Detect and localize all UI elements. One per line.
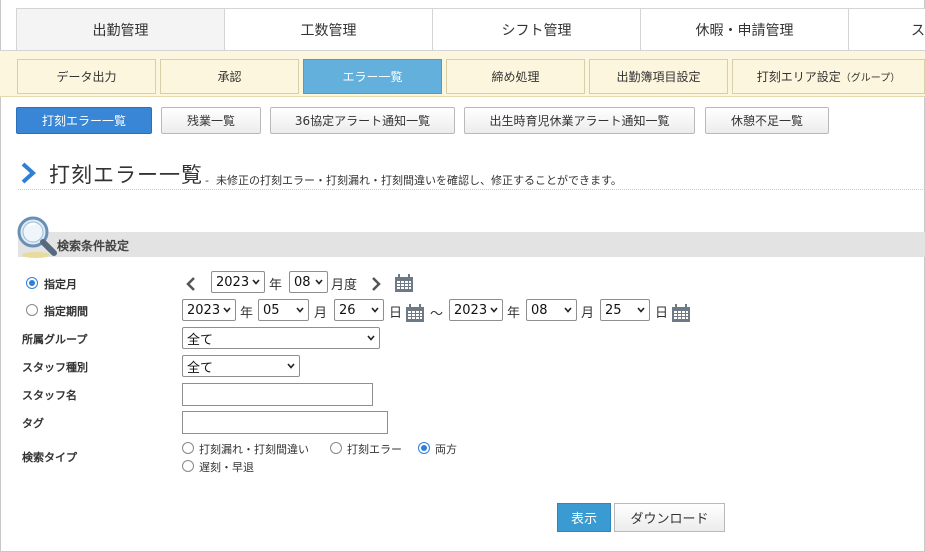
from-month-value: 05 — [263, 302, 280, 318]
from-month-unit: 月 — [314, 306, 328, 321]
calendar-icon[interactable] — [394, 274, 414, 293]
to-month-select[interactable]: 08 — [526, 299, 577, 321]
search-type-late-radio[interactable] — [182, 460, 194, 472]
subtab-approval[interactable]: 承認 — [160, 59, 299, 94]
show-button[interactable]: 表示 — [557, 503, 611, 532]
to-month-value: 08 — [531, 302, 548, 318]
month-label: 指定月 — [44, 278, 77, 291]
staff-type-label: スタッフ種別 — [22, 361, 88, 374]
heading-divider — [18, 189, 925, 190]
subtab-data-export[interactable]: データ出力 — [17, 59, 156, 94]
to-year-unit: 年 — [507, 306, 521, 321]
month-radio[interactable] — [26, 277, 38, 289]
break-shortage-button[interactable]: 休憩不足一覧 — [705, 107, 829, 134]
from-day-select[interactable]: 26 — [334, 299, 384, 321]
chevron-down-icon — [223, 307, 231, 313]
tab-staff-truncated[interactable]: ス — [848, 8, 925, 50]
calendar-icon[interactable] — [405, 304, 425, 323]
staff-type-select[interactable]: 全て — [182, 355, 300, 377]
top-navigation: 出勤管理 工数管理 シフト管理 休暇・申請管理 ス — [0, 8, 925, 51]
tag-input[interactable] — [182, 411, 388, 434]
chevron-down-icon — [287, 363, 295, 369]
search-section-bar — [18, 232, 925, 257]
month-year-select[interactable]: 2023 — [211, 271, 265, 293]
search-type-late-label: 遅刻・早退 — [199, 461, 254, 474]
month-unit: 月度 — [331, 278, 358, 293]
subtab-closing[interactable]: 締め処理 — [446, 59, 585, 94]
to-day-value: 25 — [605, 302, 622, 318]
chevron-down-icon — [371, 307, 379, 313]
search-type-missing-label: 打刻漏れ・打刻間違い — [199, 443, 309, 456]
chevron-right-icon — [21, 162, 36, 184]
month-month-value: 08 — [294, 274, 311, 290]
download-button[interactable]: ダウンロード — [614, 503, 725, 532]
from-year-unit: 年 — [240, 306, 254, 321]
from-day-value: 26 — [339, 302, 356, 318]
staff-name-label: スタッフ名 — [22, 389, 77, 402]
subtab-punch-area-suffix: （グループ） — [840, 73, 901, 84]
tab-leave-requests[interactable]: 休暇・申請管理 — [640, 8, 848, 50]
chevron-down-icon — [564, 307, 572, 313]
tab-man-hours[interactable]: 工数管理 — [224, 8, 432, 50]
period-radio[interactable] — [26, 304, 38, 316]
chevron-down-icon — [490, 307, 498, 313]
month-year-value: 2023 — [216, 274, 250, 290]
from-year-value: 2023 — [187, 302, 221, 318]
period-label: 指定期間 — [44, 305, 88, 318]
search-type-error-radio[interactable] — [330, 442, 342, 454]
search-section-title: 検索条件設定 — [57, 239, 130, 253]
period-tilde: ～ — [430, 307, 444, 322]
search-type-both-radio[interactable] — [418, 442, 430, 454]
staff-type-value: 全て — [187, 360, 214, 376]
chevron-down-icon — [252, 279, 260, 285]
to-year-value: 2023 — [454, 302, 488, 318]
search-type-missing-radio[interactable] — [182, 442, 194, 454]
next-month-icon[interactable] — [370, 277, 382, 291]
previous-month-icon[interactable] — [185, 277, 197, 291]
tag-label: タグ — [22, 417, 44, 430]
subtab-punch-area[interactable]: 打刻エリア設定 （グループ） — [732, 59, 925, 94]
page-title: 打刻エラー一覧 — [49, 163, 203, 187]
chevron-down-icon — [296, 307, 304, 313]
punch-error-list-button[interactable]: 打刻エラー一覧 — [16, 107, 152, 134]
chevron-down-icon — [315, 279, 323, 285]
from-year-select[interactable]: 2023 — [182, 299, 236, 321]
to-day-select[interactable]: 25 — [600, 299, 650, 321]
article36-alert-button[interactable]: 36協定アラート通知一覧 — [270, 107, 455, 134]
month-month-select[interactable]: 08 — [289, 271, 328, 293]
sub-navigation: データ出力 承認 エラー一覧 締め処理 出勤簿項目設定 打刻エリア設定 （グループ… — [0, 51, 925, 97]
to-year-select[interactable]: 2023 — [449, 299, 503, 321]
page-description: - 未修正の打刻エラー・打刻漏れ・打刻間違いを確認し、修正することができます。 — [205, 172, 622, 188]
group-select[interactable]: 全て — [182, 327, 380, 349]
subtab-error-list[interactable]: エラー一覧 — [303, 59, 442, 94]
from-month-select[interactable]: 05 — [258, 299, 309, 321]
group-value: 全て — [187, 332, 214, 348]
tab-shift[interactable]: シフト管理 — [432, 8, 640, 50]
title-separator: - — [205, 174, 209, 187]
search-type-both-label: 両方 — [435, 443, 457, 456]
search-type-label: 検索タイプ — [22, 451, 77, 464]
subtab-attendance-items[interactable]: 出勤簿項目設定 — [589, 59, 728, 94]
staff-name-input[interactable] — [182, 383, 373, 406]
search-type-error-label: 打刻エラー — [347, 443, 402, 456]
tab-attendance[interactable]: 出勤管理 — [16, 8, 224, 50]
month-year-unit: 年 — [269, 278, 283, 293]
childcare-alert-button[interactable]: 出生時育児休業アラート通知一覧 — [464, 107, 695, 134]
description-text: 未修正の打刻エラー・打刻漏れ・打刻間違いを確認し、修正することができます。 — [215, 174, 622, 187]
magnifier-icon — [17, 216, 57, 258]
chevron-down-icon — [367, 335, 375, 341]
group-label: 所属グループ — [22, 333, 88, 346]
to-day-unit: 日 — [655, 306, 669, 321]
subtab-punch-area-label: 打刻エリア設定 — [756, 70, 841, 84]
overtime-list-button[interactable]: 残業一覧 — [161, 107, 261, 134]
calendar-icon[interactable] — [671, 304, 691, 323]
chevron-down-icon — [637, 307, 645, 313]
from-day-unit: 日 — [389, 306, 403, 321]
to-month-unit: 月 — [581, 306, 595, 321]
